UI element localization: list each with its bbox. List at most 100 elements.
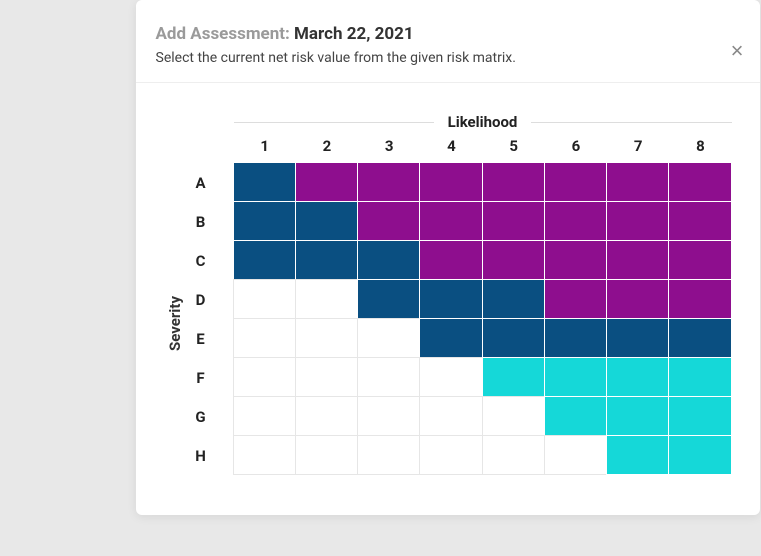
- matrix-cell-A2[interactable]: [295, 162, 358, 202]
- matrix-cell-F3[interactable]: [357, 357, 420, 397]
- matrix-cell-C3[interactable]: [357, 240, 420, 280]
- col-head-8: 8: [669, 137, 731, 155]
- row-head-G: G: [180, 397, 234, 436]
- matrix-row: D: [180, 280, 732, 319]
- matrix-cell-C7[interactable]: [606, 240, 669, 280]
- matrix-cell-C1[interactable]: [233, 240, 296, 280]
- matrix-cell-F2[interactable]: [295, 357, 358, 397]
- matrix-cell-B5[interactable]: [482, 201, 545, 241]
- matrix-cell-C8[interactable]: [668, 240, 731, 280]
- title-prefix: Add Assessment:: [156, 24, 290, 44]
- matrix-cell-H4[interactable]: [419, 435, 482, 475]
- matrix-cell-E4[interactable]: [419, 318, 482, 358]
- row-head-B: B: [180, 202, 234, 241]
- likelihood-axis: Likelihood: [234, 113, 732, 131]
- likelihood-col-headers: 1 2 3 4 5 6 7 8: [234, 137, 732, 155]
- matrix-cell-G6[interactable]: [544, 396, 607, 436]
- matrix-cell-E2[interactable]: [295, 318, 358, 358]
- matrix-cell-D4[interactable]: [419, 279, 482, 319]
- matrix-grid: ABCDEFGH: [180, 163, 732, 475]
- col-head-5: 5: [483, 137, 545, 155]
- matrix-cell-G8[interactable]: [668, 396, 731, 436]
- close-icon[interactable]: ×: [731, 40, 744, 62]
- matrix-cell-C2[interactable]: [295, 240, 358, 280]
- matrix-cell-D3[interactable]: [357, 279, 420, 319]
- matrix-cell-A7[interactable]: [606, 162, 669, 202]
- matrix-cell-G4[interactable]: [419, 396, 482, 436]
- modal-header: Add Assessment: March 22, 2021 Select th…: [136, 0, 760, 83]
- matrix-cell-H6[interactable]: [544, 435, 607, 475]
- matrix-cell-A8[interactable]: [668, 162, 731, 202]
- matrix-cell-D2[interactable]: [295, 279, 358, 319]
- row-head-C: C: [180, 241, 234, 280]
- matrix-cell-F5[interactable]: [482, 357, 545, 397]
- matrix-row: B: [180, 202, 732, 241]
- matrix-cell-B3[interactable]: [357, 201, 420, 241]
- matrix-cell-A3[interactable]: [357, 162, 420, 202]
- matrix-cell-C5[interactable]: [482, 240, 545, 280]
- matrix-cell-D5[interactable]: [482, 279, 545, 319]
- matrix-cell-B4[interactable]: [419, 201, 482, 241]
- matrix-cell-B8[interactable]: [668, 201, 731, 241]
- matrix-row: C: [180, 241, 732, 280]
- matrix-cell-H5[interactable]: [482, 435, 545, 475]
- matrix-cell-G2[interactable]: [295, 396, 358, 436]
- col-head-2: 2: [296, 137, 358, 155]
- matrix-cell-C6[interactable]: [544, 240, 607, 280]
- modal-title: Add Assessment: March 22, 2021: [156, 24, 730, 44]
- matrix-cell-E8[interactable]: [668, 318, 731, 358]
- matrix-cell-E5[interactable]: [482, 318, 545, 358]
- matrix-cell-D1[interactable]: [233, 279, 296, 319]
- matrix-cell-E1[interactable]: [233, 318, 296, 358]
- matrix-cell-F6[interactable]: [544, 357, 607, 397]
- matrix-cell-H7[interactable]: [606, 435, 669, 475]
- matrix-cell-A5[interactable]: [482, 162, 545, 202]
- severity-axis: Severity: [164, 113, 180, 475]
- matrix-cell-H1[interactable]: [233, 435, 296, 475]
- matrix-cell-C4[interactable]: [419, 240, 482, 280]
- severity-axis-label: Severity: [160, 296, 184, 351]
- matrix-cell-F7[interactable]: [606, 357, 669, 397]
- modal-subtitle: Select the current net risk value from t…: [156, 50, 730, 66]
- matrix-cell-D8[interactable]: [668, 279, 731, 319]
- matrix-row: G: [180, 397, 732, 436]
- matrix-row: H: [180, 436, 732, 475]
- title-date: March 22, 2021: [294, 24, 414, 44]
- matrix-cell-G7[interactable]: [606, 396, 669, 436]
- row-head-H: H: [180, 436, 234, 475]
- matrix-cell-G3[interactable]: [357, 396, 420, 436]
- matrix-cell-B7[interactable]: [606, 201, 669, 241]
- matrix-cell-D6[interactable]: [544, 279, 607, 319]
- matrix-cell-H8[interactable]: [668, 435, 731, 475]
- row-head-E: E: [180, 319, 234, 358]
- likelihood-axis-label: Likelihood: [434, 113, 532, 131]
- matrix-cell-E6[interactable]: [544, 318, 607, 358]
- matrix-row: A: [180, 163, 732, 202]
- matrix-row: F: [180, 358, 732, 397]
- matrix-cell-A4[interactable]: [419, 162, 482, 202]
- matrix-cell-B1[interactable]: [233, 201, 296, 241]
- matrix-cell-A1[interactable]: [233, 162, 296, 202]
- row-head-D: D: [180, 280, 234, 319]
- matrix-cell-B6[interactable]: [544, 201, 607, 241]
- col-head-4: 4: [420, 137, 482, 155]
- col-head-6: 6: [545, 137, 607, 155]
- matrix-cell-F1[interactable]: [233, 357, 296, 397]
- matrix-cell-A6[interactable]: [544, 162, 607, 202]
- risk-matrix: Severity Likelihood 1 2 3 4 5 6 7 8 ABCD…: [136, 83, 760, 475]
- matrix-cell-H3[interactable]: [357, 435, 420, 475]
- col-head-1: 1: [234, 137, 296, 155]
- matrix-cell-D7[interactable]: [606, 279, 669, 319]
- matrix-cell-F8[interactable]: [668, 357, 731, 397]
- matrix-cell-E3[interactable]: [357, 318, 420, 358]
- matrix-cell-F4[interactable]: [419, 357, 482, 397]
- matrix-cell-H2[interactable]: [295, 435, 358, 475]
- matrix-cell-G1[interactable]: [233, 396, 296, 436]
- col-head-7: 7: [607, 137, 669, 155]
- axis-line-left: [234, 122, 434, 123]
- matrix-cell-B2[interactable]: [295, 201, 358, 241]
- matrix-cell-G5[interactable]: [482, 396, 545, 436]
- matrix-cell-E7[interactable]: [606, 318, 669, 358]
- axis-line-right: [531, 122, 731, 123]
- assessment-modal: Add Assessment: March 22, 2021 Select th…: [136, 0, 760, 515]
